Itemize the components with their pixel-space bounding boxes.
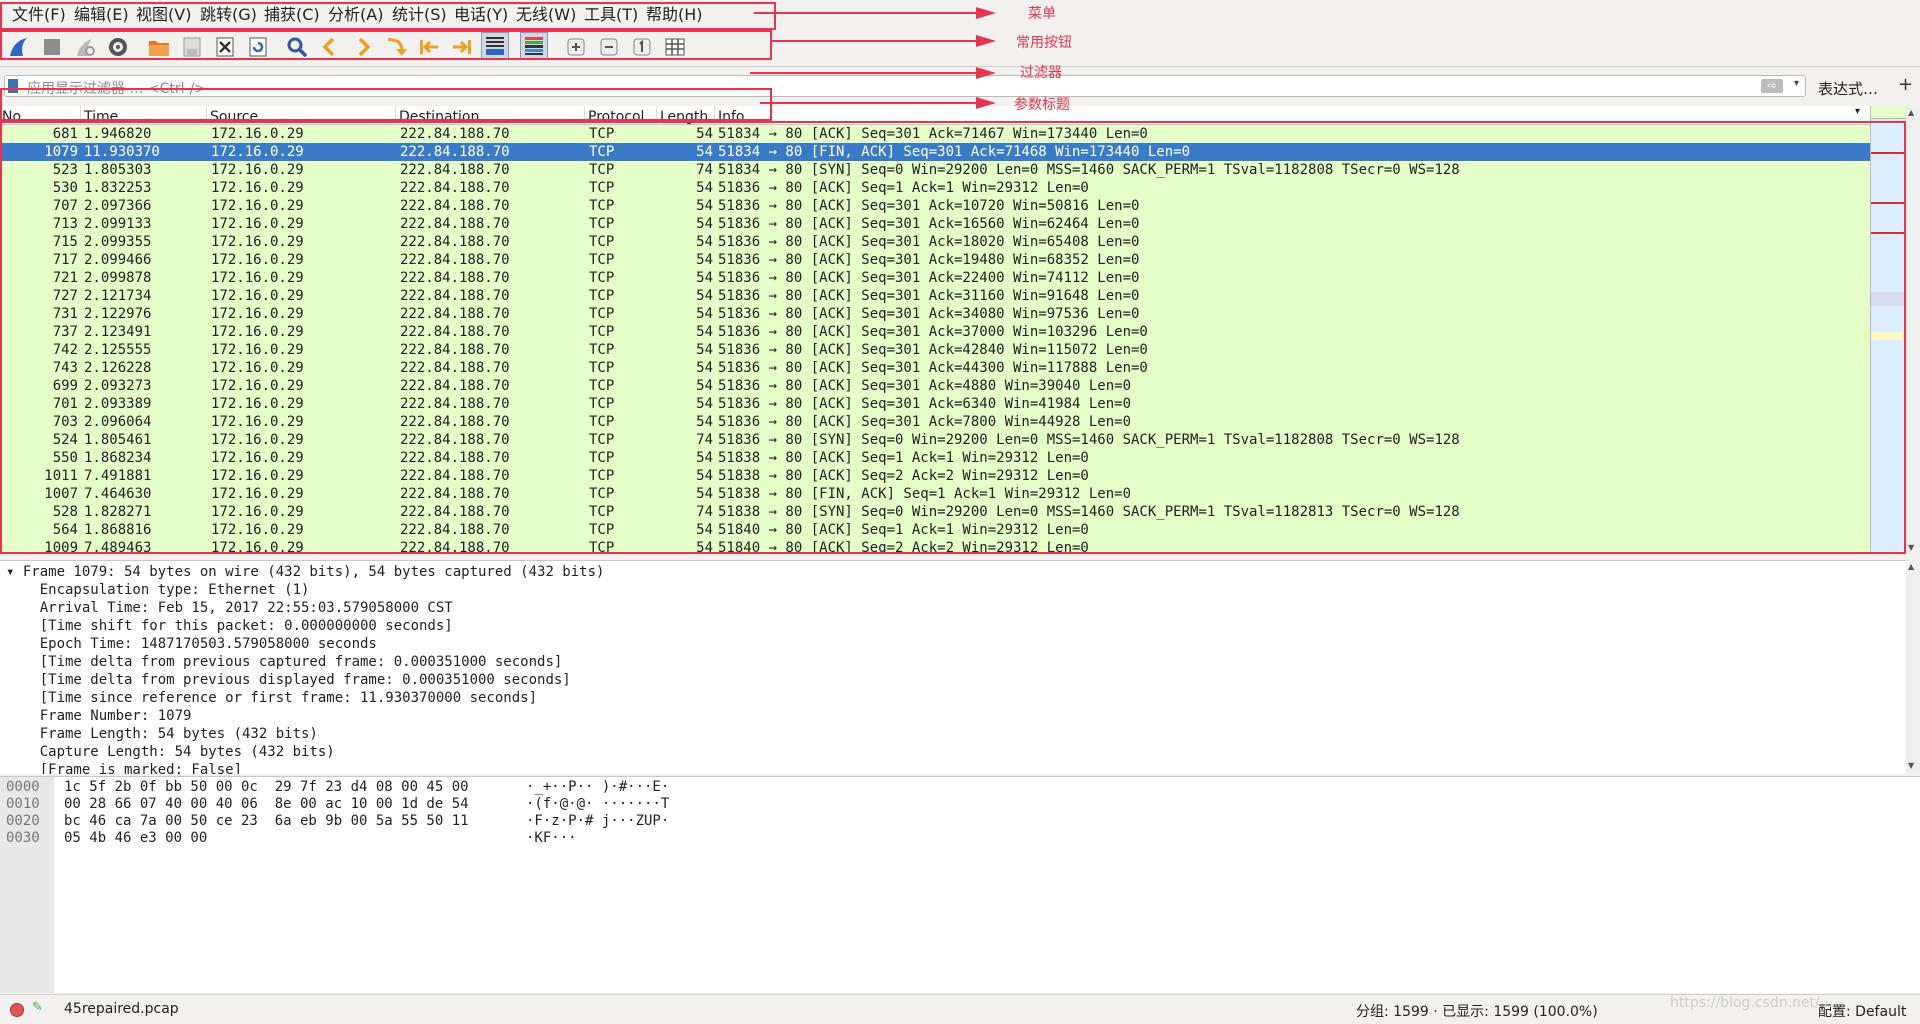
bytes-ascii[interactable]: ·KF··· bbox=[526, 830, 577, 847]
detail-line[interactable]: Encapsulation type: Ethernet (1) bbox=[6, 581, 310, 599]
annotation-arrow-toolbar bbox=[772, 40, 976, 42]
annotation-arrow-menu bbox=[754, 12, 976, 14]
packet-details-pane[interactable]: ▾ Frame 1079: 54 bytes on wire (432 bits… bbox=[0, 560, 1906, 774]
annotation-box-packet-list bbox=[0, 121, 1906, 554]
apply-filter-icon[interactable]: ⇨ bbox=[1761, 79, 1783, 93]
bytes-offset: 0020 bbox=[6, 813, 40, 829]
detail-line[interactable]: Frame Number: 1079 bbox=[6, 707, 192, 725]
bytes-ascii[interactable]: ·(f·@·@· ·······T bbox=[526, 796, 669, 813]
status-bar: ✎ 45repaired.pcap 分组: 1599 · 已显示: 1599 (… bbox=[0, 994, 1920, 1024]
bytes-offset: 0010 bbox=[6, 796, 40, 812]
detail-line[interactable]: Epoch Time: 1487170503.579058000 seconds bbox=[6, 635, 377, 653]
expert-info-icon[interactable] bbox=[10, 1003, 24, 1017]
filter-history-dropdown-icon[interactable]: ▾ bbox=[1794, 78, 1799, 89]
packet-list-scrollbar[interactable]: ▲ ▼ bbox=[1906, 106, 1920, 553]
packets-summary: 分组: 1599 · 已显示: 1599 (100.0%) bbox=[1356, 1004, 1598, 1020]
detail-line[interactable]: [Time delta from previous displayed fram… bbox=[6, 671, 571, 689]
detail-line[interactable]: Arrival Time: Feb 15, 2017 22:55:03.5790… bbox=[6, 599, 453, 617]
detail-line[interactable]: [Time shift for this packet: 0.000000000… bbox=[6, 617, 453, 635]
annotation-label-filter: 过滤器 bbox=[1020, 65, 1062, 81]
detail-line[interactable]: [Time since reference or first frame: 11… bbox=[6, 689, 537, 707]
annotation-label-menu: 菜单 bbox=[1028, 6, 1056, 22]
capture-comment-icon[interactable]: ✎ bbox=[32, 1000, 43, 1015]
annotation-box-header bbox=[0, 88, 772, 121]
annotation-arrowhead-toolbar bbox=[976, 35, 996, 47]
annotation-arrow-header bbox=[760, 102, 976, 104]
annotation-box-toolbar bbox=[0, 30, 772, 60]
detail-line[interactable]: Frame Length: 54 bytes (432 bits) bbox=[6, 725, 318, 743]
add-filter-button[interactable]: + bbox=[1898, 74, 1913, 95]
annotation-arrowhead-menu bbox=[976, 7, 996, 19]
column-menu-icon[interactable]: ▾ bbox=[1855, 106, 1860, 117]
details-scrollbar[interactable]: ▲ ▼ bbox=[1906, 560, 1920, 773]
bytes-hex[interactable]: bc 46 ca 7a 00 50 ce 23 6a eb 9b 00 5a 5… bbox=[64, 813, 469, 830]
bytes-hex[interactable]: 1c 5f 2b 0f bb 50 00 0c 29 7f 23 d4 08 0… bbox=[64, 779, 469, 796]
watermark: https://blog.csdn.net/... bbox=[1670, 995, 1834, 1011]
annotation-arrow-filter bbox=[750, 72, 976, 74]
packet-bytes-pane[interactable]: 0000 1c 5f 2b 0f bb 50 00 0c 29 7f 23 d4 … bbox=[0, 776, 1920, 993]
detail-line[interactable]: [Time delta from previous captured frame… bbox=[6, 653, 563, 671]
expression-button[interactable]: 表达式… bbox=[1818, 78, 1878, 99]
annotation-label-header: 参数标题 bbox=[1014, 97, 1070, 113]
bytes-ascii[interactable]: ·F·z·P·# j···ZUP· bbox=[526, 813, 669, 830]
capture-file-name: 45repaired.pcap bbox=[64, 1001, 179, 1017]
bytes-offset: 0000 bbox=[6, 779, 40, 795]
bytes-hex[interactable]: 00 28 66 07 40 00 40 06 8e 00 ac 10 00 1… bbox=[64, 796, 469, 813]
bytes-ascii[interactable]: ·_+··P·· )·#···E· bbox=[526, 779, 669, 796]
bytes-hex[interactable]: 05 4b 46 e3 00 00 bbox=[64, 830, 207, 847]
annotation-arrowhead-filter bbox=[976, 67, 996, 79]
detail-line[interactable]: Capture Length: 54 bytes (432 bits) bbox=[6, 743, 335, 761]
detail-line[interactable]: ▾ Frame 1079: 54 bytes on wire (432 bits… bbox=[6, 563, 604, 581]
annotation-label-toolbar: 常用按钮 bbox=[1016, 35, 1072, 51]
annotation-arrowhead-header bbox=[976, 97, 996, 109]
detail-line[interactable]: [Frame is marked: False] bbox=[6, 761, 242, 774]
bytes-offset: 0030 bbox=[6, 830, 40, 846]
annotation-box-menu bbox=[0, 2, 776, 30]
